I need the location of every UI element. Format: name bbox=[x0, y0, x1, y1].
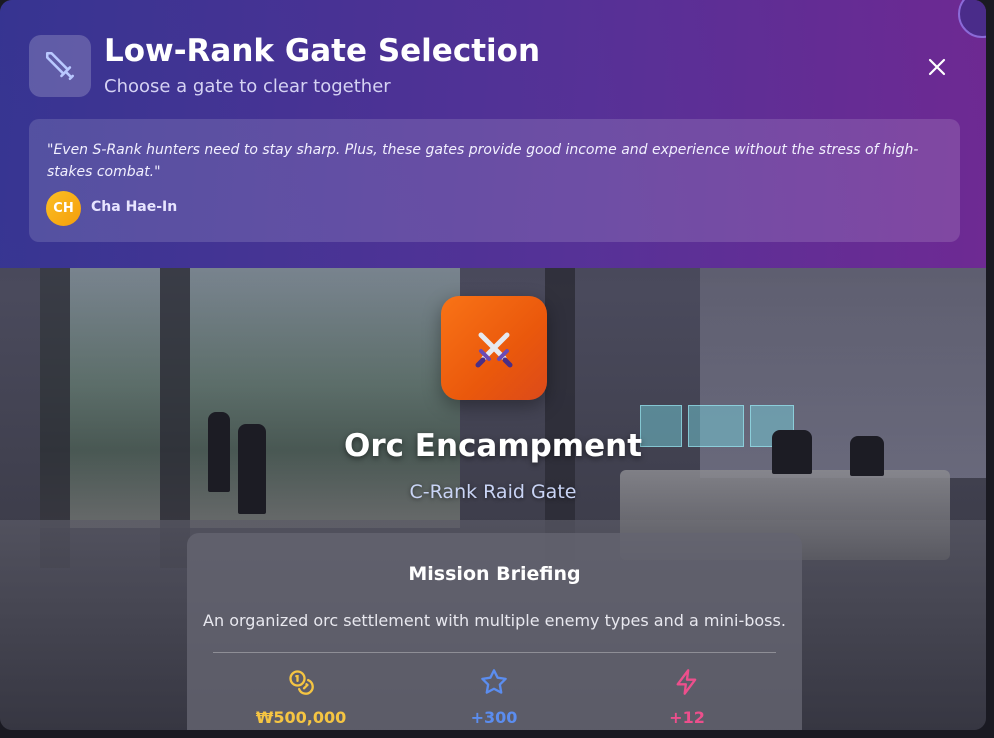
reward-experience: +300 bbox=[404, 668, 584, 727]
mission-description: An organized orc settlement with multipl… bbox=[203, 611, 786, 630]
lightning-icon bbox=[676, 669, 697, 695]
quote-card: "Even S-Rank hunters need to stay sharp.… bbox=[29, 119, 960, 242]
gate-selection-modal: Low-Rank Gate Selection Choose a gate to… bbox=[0, 0, 986, 730]
avatar: CH bbox=[46, 191, 81, 226]
star-icon bbox=[481, 669, 507, 694]
divider bbox=[213, 652, 776, 653]
modal-header: Low-Rank Gate Selection Choose a gate to… bbox=[0, 0, 986, 268]
close-icon bbox=[928, 58, 946, 76]
reward-value: +300 bbox=[470, 708, 518, 727]
reward-energy: +12 bbox=[597, 668, 777, 727]
gate-name: Orc Encampment bbox=[343, 428, 643, 464]
speaker-name: Cha Hae-In bbox=[91, 199, 178, 215]
page-subtitle: Choose a gate to clear together bbox=[104, 76, 391, 97]
mission-title: Mission Briefing bbox=[408, 563, 581, 585]
gate-rank: C-Rank Raid Gate bbox=[409, 481, 577, 503]
reward-value: +12 bbox=[669, 708, 705, 727]
reward-gold: ₩500,000 bbox=[211, 668, 391, 727]
coins-icon bbox=[289, 670, 314, 695]
crossed-swords-icon bbox=[441, 296, 547, 400]
page-title: Low-Rank Gate Selection bbox=[104, 33, 541, 69]
quote-text: "Even S-Rank hunters need to stay sharp.… bbox=[47, 142, 919, 180]
mission-briefing-card: Mission Briefing An organized orc settle… bbox=[187, 533, 802, 730]
close-button[interactable] bbox=[922, 52, 952, 82]
reward-value: ₩500,000 bbox=[255, 708, 347, 727]
sword-icon bbox=[29, 35, 91, 97]
